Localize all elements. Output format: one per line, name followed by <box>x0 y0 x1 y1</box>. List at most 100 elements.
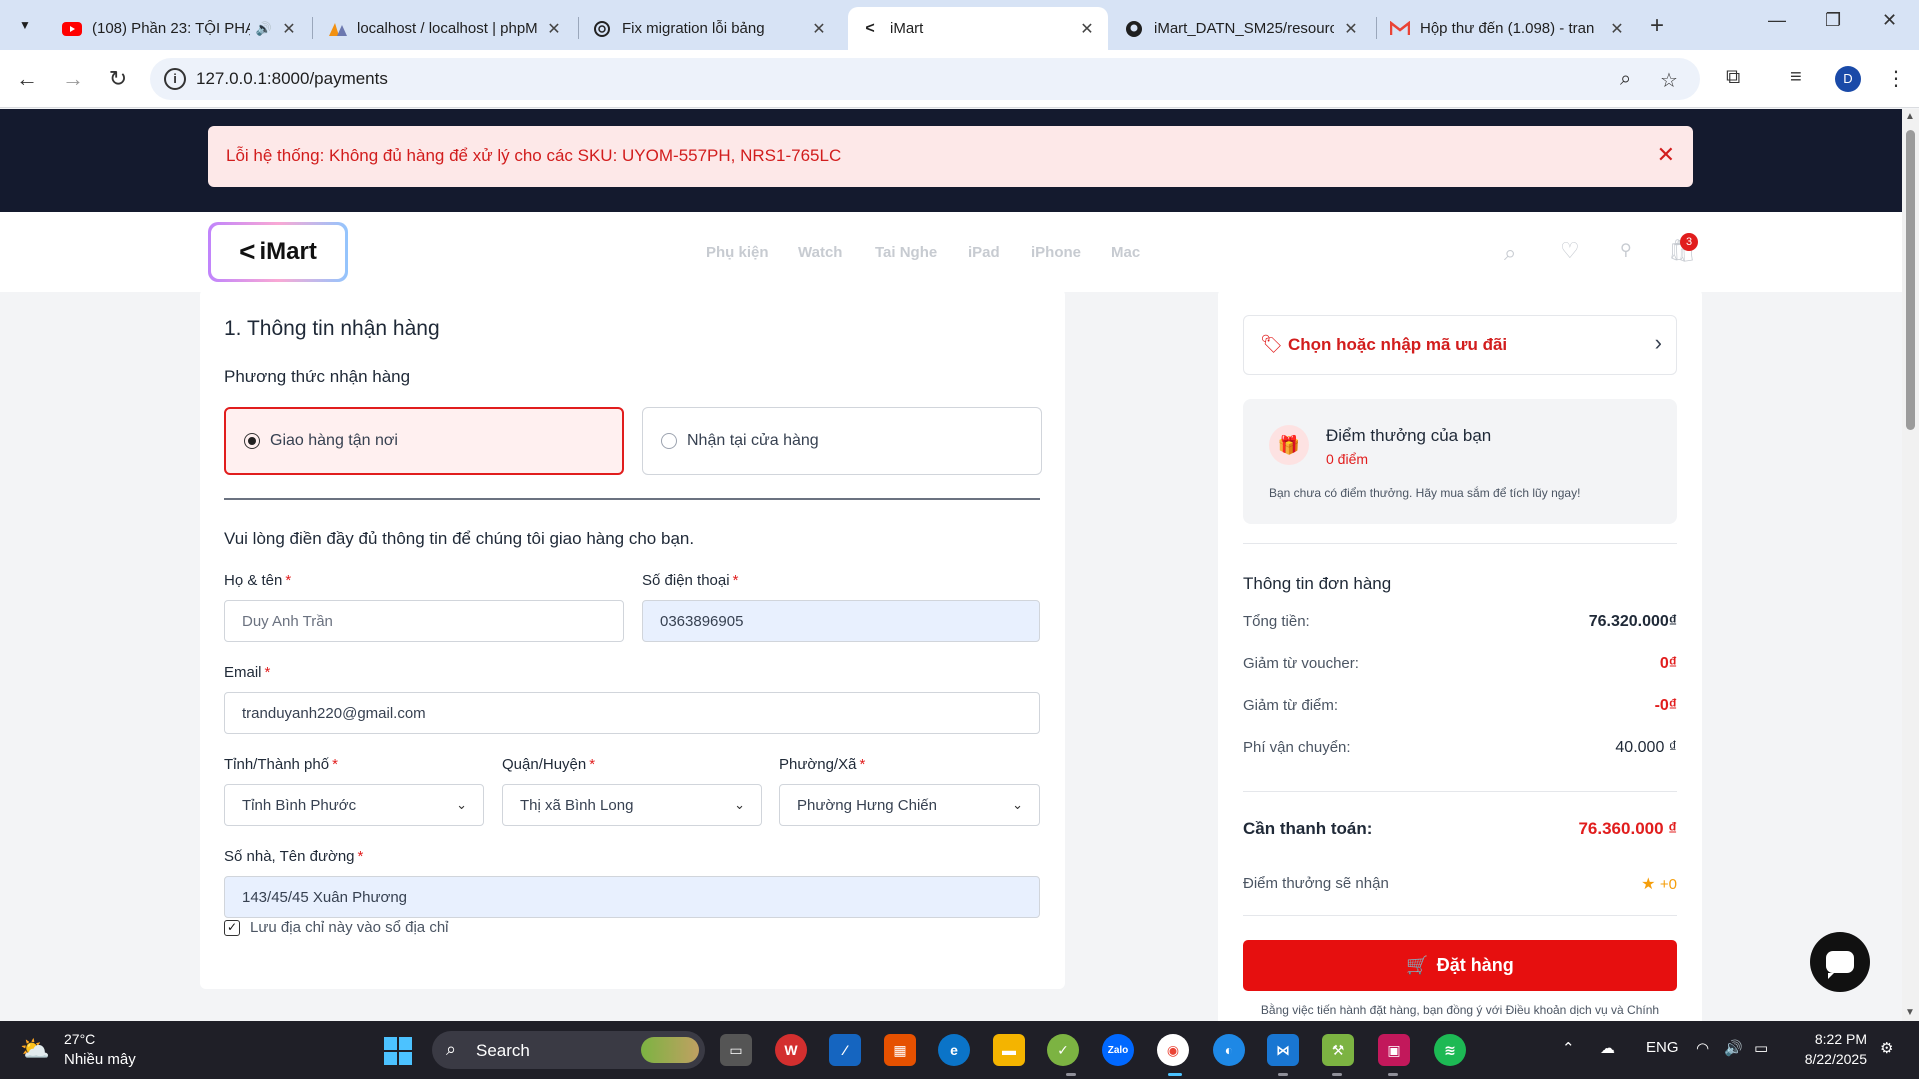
cart-count-badge: 3 <box>1680 233 1698 251</box>
tab-title: Fix migration lỗi bảng <box>622 20 765 37</box>
app-tool-icon[interactable]: ⚒ <box>1322 1034 1354 1066</box>
tab-title: iMart <box>890 20 924 37</box>
tab-close-icon[interactable]: ✕ <box>1342 19 1360 39</box>
alert-close-icon[interactable]: ✕ <box>1657 142 1675 168</box>
app-green-icon[interactable]: ✓ <box>1047 1034 1079 1066</box>
email-input[interactable]: tranduyanh220@gmail.com <box>224 692 1040 734</box>
spotify-icon[interactable]: ≋ <box>1434 1034 1466 1066</box>
chat-widget-button[interactable] <box>1810 932 1870 992</box>
chatgpt-icon <box>592 19 612 39</box>
reload-icon[interactable]: ↻ <box>103 64 133 94</box>
radio-selected-icon[interactable] <box>244 433 260 449</box>
restore-icon[interactable]: ❐ <box>1825 10 1841 31</box>
new-tab-button[interactable]: + <box>1650 12 1664 40</box>
tab-search-chevron-icon[interactable]: ▼ <box>12 12 38 38</box>
zoom-icon[interactable]: ⌕ <box>1620 68 1631 91</box>
option-home-delivery[interactable]: Giao hàng tận nơi <box>224 407 624 475</box>
task-view-icon[interactable]: ▭ <box>720 1034 752 1066</box>
tab-phpmyadmin[interactable]: localhost / localhost | phpM ✕ <box>315 7 575 50</box>
windows-start-icon[interactable] <box>384 1037 412 1065</box>
show-hidden-icons-icon[interactable]: ⌃ <box>1562 1039 1575 1057</box>
scroll-up-icon[interactable]: ▲ <box>1905 111 1915 122</box>
save-address-label[interactable]: Lưu địa chỉ này vào sổ địa chỉ <box>250 919 449 936</box>
tab-gmail[interactable]: Hộp thư đến (1.098) - tran ✕ <box>1378 7 1638 50</box>
phone-input[interactable]: 0363896905 <box>642 600 1040 642</box>
app-azure-icon[interactable]: ⁄ <box>829 1034 861 1066</box>
extensions-icon[interactable]: ⧉ <box>1726 66 1740 89</box>
speaker-icon[interactable]: 🔊 <box>256 21 272 37</box>
tab-imart[interactable]: < iMart ✕ <box>848 7 1108 50</box>
imart-logo[interactable]: < iMart <box>208 222 348 282</box>
minimize-icon[interactable]: — <box>1768 10 1786 31</box>
zalo-icon[interactable]: Zalo <box>1102 1034 1134 1066</box>
nav-iphone[interactable]: iPhone <box>1031 244 1081 261</box>
points-title: Điểm thưởng của bạn <box>1326 426 1492 445</box>
bookmark-star-icon[interactable]: ☆ <box>1660 68 1678 93</box>
nav-ipad[interactable]: iPad <box>968 244 1000 261</box>
voucher-selector[interactable]: 🏷 Chọn hoặc nhập mã ưu đãi › <box>1243 315 1677 375</box>
nav-phu-kien[interactable]: Phụ kiện <box>706 244 769 261</box>
page-scrollbar[interactable]: ▲ ▼ <box>1902 109 1919 1021</box>
media-controls-icon[interactable]: ≡ <box>1790 66 1802 89</box>
tab-close-icon[interactable]: ✕ <box>1078 19 1096 39</box>
place-order-button[interactable]: 🛒 Đặt hàng <box>1243 940 1677 991</box>
language-indicator[interactable]: ENG <box>1646 1039 1679 1056</box>
radio-unselected-icon[interactable] <box>661 433 677 449</box>
clock-date[interactable]: 8/22/2025 <box>1805 1051 1867 1067</box>
scroll-down-icon[interactable]: ▼ <box>1905 1007 1915 1018</box>
nav-mac[interactable]: Mac <box>1111 244 1140 261</box>
phone-label: Số điện thoại * <box>642 572 739 589</box>
tab-chatgpt[interactable]: Fix migration lỗi bảng ✕ <box>580 7 840 50</box>
weather-description[interactable]: Nhiều mây <box>64 1051 136 1068</box>
battery-icon[interactable]: ▭ <box>1754 1039 1768 1057</box>
ward-select[interactable]: Phường Hưng Chiến ⌄ <box>779 784 1040 826</box>
weather-cloud-icon[interactable]: ⛅ <box>20 1035 50 1064</box>
tab-youtube[interactable]: (108) Phần 23: TỘI PHẠ 🔊 ✕ <box>50 7 310 50</box>
shipping-fee-label: Phí vận chuyển: <box>1243 739 1351 756</box>
taskbar-search[interactable]: ⌕ Search <box>432 1031 705 1069</box>
chevron-down-icon: ⌄ <box>456 797 467 812</box>
tab-close-icon[interactable]: ✕ <box>280 19 298 39</box>
temperature[interactable]: 27°C <box>64 1031 95 1047</box>
browser-menu-icon[interactable]: ⋮ <box>1886 66 1906 91</box>
onedrive-icon[interactable]: ☁ <box>1600 1039 1615 1057</box>
scrollbar-thumb[interactable] <box>1906 130 1915 430</box>
chrome-icon[interactable]: ◉ <box>1157 1034 1189 1066</box>
app-blue-icon[interactable]: ◐ <box>1213 1034 1245 1066</box>
clock-time[interactable]: 8:22 PM <box>1815 1031 1867 1047</box>
wishlist-heart-icon[interactable]: ♡ <box>1560 238 1580 264</box>
microsoft-store-icon[interactable]: ▦ <box>884 1034 916 1066</box>
profile-avatar[interactable]: D <box>1835 66 1861 92</box>
save-address-checkbox[interactable]: ✓ <box>224 920 240 936</box>
volume-icon[interactable]: 🔊 <box>1724 1039 1743 1057</box>
app-pink-icon[interactable]: ▣ <box>1378 1034 1410 1066</box>
forward-icon[interactable]: → <box>58 64 88 94</box>
back-icon[interactable]: ← <box>12 64 42 94</box>
app-red-icon[interactable]: W <box>775 1034 807 1066</box>
province-select[interactable]: Tỉnh Bình Phước ⌄ <box>224 784 484 826</box>
tab-close-icon[interactable]: ✕ <box>810 19 828 39</box>
option-store-pickup[interactable]: Nhận tại cửa hàng <box>642 407 1042 475</box>
address-bar[interactable]: i 127.0.0.1:8000/payments ⌕ ☆ <box>150 58 1700 100</box>
tab-close-icon[interactable]: ✕ <box>1608 19 1626 39</box>
address-input[interactable]: 143/45/45 Xuân Phương <box>224 876 1040 918</box>
tab-github[interactable]: iMart_DATN_SM25/resourc ✕ <box>1112 7 1372 50</box>
reward-points-box: 🎁 Điểm thưởng của bạn 0 điểm Bạn chưa có… <box>1243 399 1677 524</box>
wifi-icon[interactable]: ◠ <box>1696 1039 1709 1057</box>
search-icon[interactable]: ⌕ <box>1504 240 1516 266</box>
fullname-input[interactable]: Duy Anh Trần <box>224 600 624 642</box>
tab-close-icon[interactable]: ✕ <box>545 19 563 39</box>
site-info-icon[interactable]: i <box>164 68 186 90</box>
url-text[interactable]: 127.0.0.1:8000/payments <box>196 69 388 89</box>
divider <box>1243 543 1677 544</box>
edge-icon[interactable]: e <box>938 1034 970 1066</box>
user-icon[interactable]: ⚲ <box>1620 240 1632 260</box>
file-explorer-icon[interactable]: ▬ <box>993 1034 1025 1066</box>
close-window-icon[interactable]: ✕ <box>1882 10 1897 31</box>
notifications-icon[interactable]: ⚙ <box>1880 1039 1893 1057</box>
terms-text: Bằng việc tiến hành đặt hàng, bạn đồng ý… <box>1260 1003 1660 1017</box>
district-select[interactable]: Thị xã Bình Long ⌄ <box>502 784 762 826</box>
nav-watch[interactable]: Watch <box>798 244 842 261</box>
nav-tai-nghe[interactable]: Tai Nghe <box>875 244 937 261</box>
vscode-icon[interactable]: ⋈ <box>1267 1034 1299 1066</box>
